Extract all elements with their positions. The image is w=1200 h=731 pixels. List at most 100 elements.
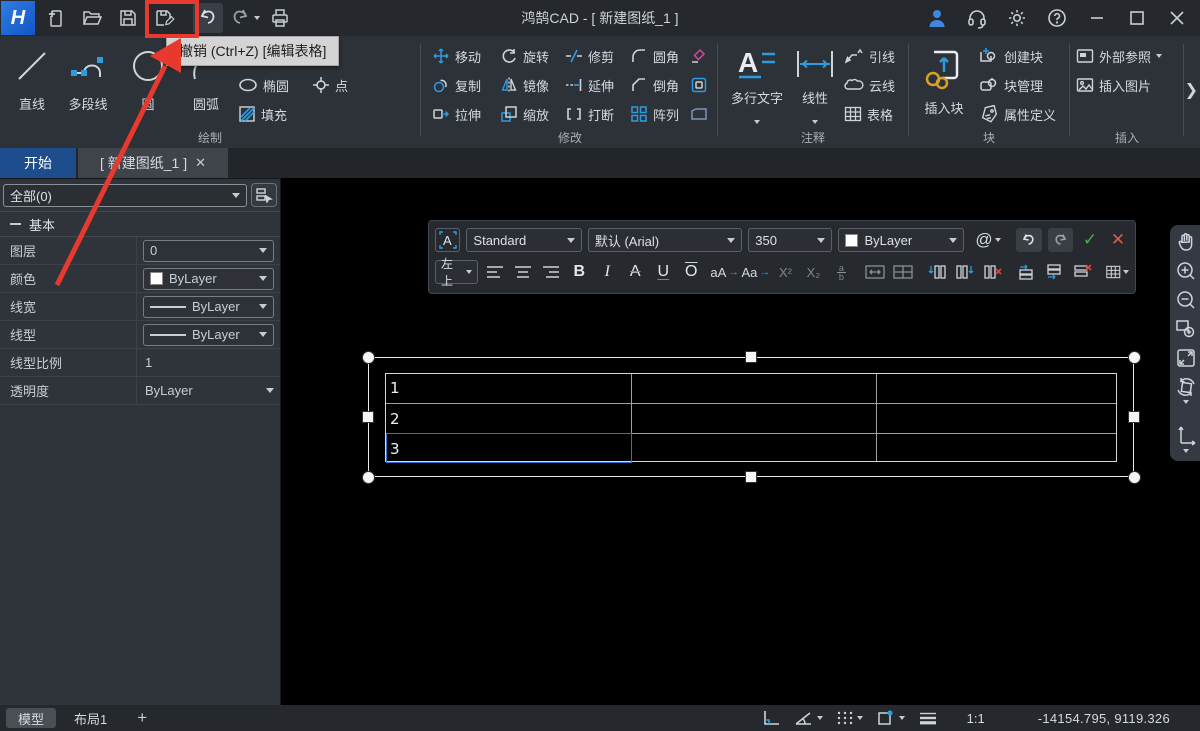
editor-undo-button[interactable] xyxy=(1016,228,1041,252)
xref-button[interactable]: 外部参照 xyxy=(1076,45,1162,67)
mirror-button[interactable]: 镜像 xyxy=(500,74,549,96)
new-file-button[interactable] xyxy=(41,3,71,33)
chamfer-button[interactable]: 倒角 xyxy=(630,74,679,96)
justify-dropdown[interactable]: 左上 xyxy=(435,260,478,284)
merge-cells-icon[interactable] xyxy=(864,260,886,284)
revision-cloud-button[interactable]: 云线 xyxy=(844,74,895,96)
grip-corner-bottom-right[interactable] xyxy=(1128,471,1141,484)
mtext-button[interactable]: A 多行文字 xyxy=(726,40,788,127)
grip-corner-top-right[interactable] xyxy=(1128,351,1141,364)
color-dropdown[interactable]: ByLayer xyxy=(143,268,274,290)
ucs-dropdown-arrow[interactable] xyxy=(1183,449,1189,453)
superscript-button[interactable]: X² xyxy=(774,260,796,284)
save-as-button[interactable] xyxy=(149,3,179,33)
insert-column-left-icon[interactable] xyxy=(926,260,948,284)
font-dropdown[interactable]: 默认 (Arial) xyxy=(588,228,742,252)
grid-snap-button[interactable] xyxy=(836,710,863,726)
extend-button[interactable]: 延伸 xyxy=(565,74,614,96)
polyline-button[interactable]: 多段线 xyxy=(60,40,116,113)
grip-mid-top[interactable] xyxy=(745,351,757,363)
lineweight-dropdown[interactable]: ByLayer xyxy=(143,296,274,318)
unmerge-cells-icon[interactable] xyxy=(892,260,914,284)
object-snap-button[interactable] xyxy=(876,709,905,727)
insert-image-button[interactable]: 插入图片 xyxy=(1076,74,1151,96)
pan-button[interactable] xyxy=(1174,231,1198,253)
symbol-insert-button[interactable]: @ xyxy=(976,228,1001,252)
tab-document[interactable]: [ 新建图纸_1 ] ✕ xyxy=(78,148,228,178)
hatch-button[interactable]: 填充 xyxy=(238,103,287,125)
help-button[interactable] xyxy=(1042,3,1072,33)
ortho-mode-button[interactable] xyxy=(761,709,781,727)
selection-filter-dropdown[interactable]: 全部(0) xyxy=(3,184,247,207)
zoom-out-button[interactable] xyxy=(1174,289,1198,311)
linetype-dropdown[interactable]: ByLayer xyxy=(143,324,274,346)
grip-mid-right[interactable] xyxy=(1128,411,1140,423)
zoom-window-button[interactable] xyxy=(1174,318,1198,340)
text-style-dropdown[interactable]: Standard xyxy=(466,228,581,252)
offset-button[interactable] xyxy=(690,74,708,96)
rotate-button[interactable]: 旋转 xyxy=(500,45,549,67)
line-button[interactable]: 直线 xyxy=(4,40,60,113)
cancel-button[interactable]: ✕ xyxy=(1107,228,1129,252)
app-logo[interactable]: H xyxy=(1,1,35,35)
match-properties-button[interactable] xyxy=(690,45,708,67)
grip-mid-bottom[interactable] xyxy=(745,471,757,483)
stretch-button[interactable]: 拉伸 xyxy=(432,103,481,125)
user-account-button[interactable] xyxy=(922,3,952,33)
support-button[interactable] xyxy=(962,3,992,33)
open-file-button[interactable] xyxy=(77,3,107,33)
strikethrough-button[interactable]: A xyxy=(624,260,646,284)
save-button[interactable] xyxy=(113,3,143,33)
insert-block-button[interactable]: 插入块 xyxy=(915,40,973,117)
cell-borders-button[interactable] xyxy=(1106,260,1129,284)
delete-column-icon[interactable] xyxy=(982,260,1004,284)
italic-button[interactable]: I xyxy=(596,260,618,284)
editor-redo-button[interactable] xyxy=(1048,228,1073,252)
leader-button[interactable]: 引线 xyxy=(844,45,895,67)
attribute-define-button[interactable]: 属性定义 xyxy=(979,103,1056,125)
orbit-dropdown-arrow[interactable] xyxy=(1183,400,1189,404)
ribbon-expand-button[interactable]: ❯ xyxy=(1185,80,1198,100)
redo-button[interactable] xyxy=(229,3,259,33)
mtext-dropdown-arrow[interactable] xyxy=(754,120,760,124)
grip-corner-top-left[interactable] xyxy=(362,351,375,364)
align-right-icon[interactable] xyxy=(540,260,562,284)
insert-row-below-icon[interactable] xyxy=(1044,260,1066,284)
annotative-button[interactable]: A xyxy=(435,228,460,252)
stack-fraction-button[interactable]: a b xyxy=(830,260,852,284)
underline-button[interactable]: U xyxy=(652,260,674,284)
create-block-button[interactable]: 创建块 xyxy=(979,45,1043,67)
drawing-canvas[interactable]: A Standard 默认 (Arial) 350 ByLayer @ ✓ ✕ … xyxy=(281,178,1200,705)
undo-button[interactable] xyxy=(193,3,223,33)
array-button[interactable]: 阵列 xyxy=(630,103,679,125)
section-header-basic[interactable]: 基本 xyxy=(0,211,280,237)
polar-tracking-button[interactable] xyxy=(794,710,823,726)
ucs-button[interactable] xyxy=(1174,425,1198,453)
copy-button[interactable]: 复制 xyxy=(432,74,481,96)
orbit-button[interactable] xyxy=(1174,376,1198,404)
zoom-extents-button[interactable] xyxy=(1174,347,1198,369)
align-center-icon[interactable] xyxy=(512,260,534,284)
insert-row-above-icon[interactable] xyxy=(1016,260,1038,284)
settings-button[interactable] xyxy=(1002,3,1032,33)
fillet-button[interactable]: 圆角 xyxy=(630,45,679,67)
model-tab[interactable]: 模型 xyxy=(6,708,56,728)
overline-button[interactable]: O xyxy=(680,260,702,284)
confirm-button[interactable]: ✓ xyxy=(1079,228,1101,252)
print-button[interactable] xyxy=(265,3,295,33)
tab-start[interactable]: 开始 xyxy=(0,148,76,178)
align-left-icon[interactable] xyxy=(484,260,506,284)
quick-select-button[interactable] xyxy=(251,183,277,207)
close-button[interactable] xyxy=(1162,3,1192,33)
xref-dropdown-arrow[interactable] xyxy=(1156,54,1162,58)
tab-close-icon[interactable]: ✕ xyxy=(195,155,206,171)
layout1-tab[interactable]: 布局1 xyxy=(62,708,119,728)
transparency-dropdown[interactable]: ByLayer xyxy=(143,383,274,398)
ltscale-value[interactable]: 1 xyxy=(143,355,274,370)
text-height-dropdown[interactable]: 350 xyxy=(748,228,832,252)
explode-button[interactable] xyxy=(690,103,708,125)
delete-row-icon[interactable] xyxy=(1072,260,1094,284)
grip-mid-left[interactable] xyxy=(362,411,374,423)
annotation-scale[interactable]: 1:1 xyxy=(967,711,985,726)
minimize-button[interactable] xyxy=(1082,3,1112,33)
